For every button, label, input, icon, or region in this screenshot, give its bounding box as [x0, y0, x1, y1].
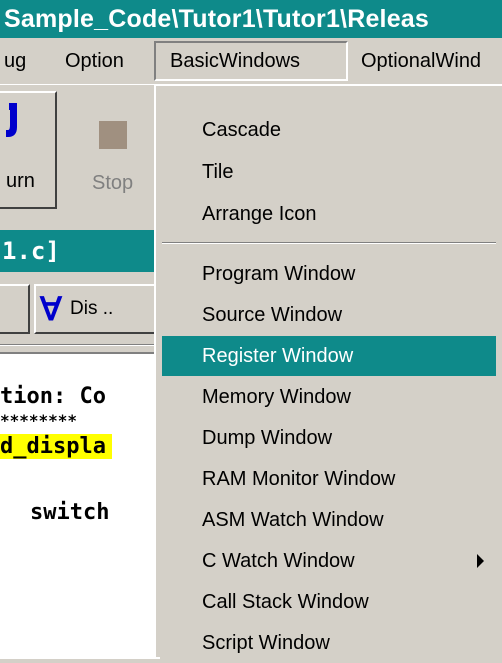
menu-separator: [162, 242, 496, 244]
source-window-title-bar[interactable]: 1.c]: [0, 230, 160, 272]
menu-item-label: Tile: [202, 161, 234, 183]
stop-icon: [99, 121, 127, 149]
menu-option[interactable]: Option: [65, 45, 124, 77]
disassemble-icon: ∀: [40, 291, 62, 327]
menu-item-call-stack-window[interactable]: Call Stack Window: [162, 582, 496, 622]
menu-item-label: Call Stack Window: [202, 591, 369, 613]
menu-item-label: Register Window: [202, 345, 354, 367]
menu-item-label: Arrange Icon: [202, 203, 317, 225]
source-window-title: 1.c]: [2, 237, 60, 265]
menu-item-label: Source Window: [202, 304, 343, 326]
stop-button[interactable]: Stop: [72, 91, 156, 209]
source-code-area[interactable]: tion: Co ******** d_displa switch: [0, 352, 160, 659]
menu-item-label: ASM Watch Window: [202, 509, 384, 531]
menu-item-tile[interactable]: Tile: [162, 152, 496, 192]
menu-item-asm-watch-window[interactable]: ASM Watch Window: [162, 500, 496, 540]
menu-item-label: Memory Window: [202, 386, 351, 408]
window-title-bar[interactable]: Sample_Code\Tutor1\Tutor1\Releas: [0, 0, 502, 38]
return-button-label: urn: [6, 170, 35, 192]
menu-basicwindows-active[interactable]: BasicWindows: [154, 41, 348, 81]
dis-button[interactable]: ∀ Dis ..: [34, 284, 158, 334]
menu-item-memory-window[interactable]: Memory Window: [162, 377, 496, 417]
code-line: ********: [0, 411, 78, 430]
toolbar: urn Stop: [0, 86, 160, 214]
code-line: tion: Co: [0, 384, 106, 409]
stop-button-label: Stop: [92, 172, 134, 194]
basicwindows-dropdown-menu: Cascade Tile Arrange Icon Program Window…: [154, 84, 502, 657]
menu-item-c-watch-window[interactable]: C Watch Window: [162, 541, 496, 581]
menu-item-label: C Watch Window: [202, 550, 355, 572]
return-icon: [6, 103, 17, 137]
menu-debug[interactable]: ug: [4, 45, 26, 77]
dis-button-label: Dis ..: [70, 298, 114, 319]
menu-item-label: Cascade: [202, 119, 281, 141]
menu-item-arrange-icon[interactable]: Arrange Icon: [162, 194, 496, 234]
menu-item-source-window[interactable]: Source Window: [162, 295, 496, 335]
source-toolbar-button[interactable]: [0, 284, 30, 334]
menu-item-label: RAM Monitor Window: [202, 468, 396, 490]
menu-basicwindows[interactable]: BasicWindows: [170, 45, 300, 77]
return-button[interactable]: urn: [0, 91, 57, 209]
menu-item-label: Dump Window: [202, 427, 333, 449]
code-line-current: d_displa: [0, 434, 112, 459]
menu-optionalwindows[interactable]: OptionalWind: [361, 45, 481, 77]
menu-item-dump-window[interactable]: Dump Window: [162, 418, 496, 458]
menu-bar: ug Option BasicWindows OptionalWind: [0, 38, 502, 85]
menu-item-label: Program Window: [202, 263, 356, 285]
menu-item-register-window[interactable]: Register Window: [162, 336, 496, 376]
menu-item-program-window[interactable]: Program Window: [162, 254, 496, 294]
code-line: switch: [30, 500, 110, 525]
menu-item-cascade[interactable]: Cascade: [162, 110, 496, 150]
menu-item-ram-monitor-window[interactable]: RAM Monitor Window: [162, 459, 496, 499]
source-window-toolbar: ∀ Dis ..: [0, 272, 160, 352]
submenu-arrow-icon: [477, 554, 484, 568]
menu-item-label: Script Window: [202, 632, 330, 654]
menu-item-script-window[interactable]: Script Window: [162, 623, 496, 663]
window-title: Sample_Code\Tutor1\Tutor1\Releas: [4, 5, 430, 33]
